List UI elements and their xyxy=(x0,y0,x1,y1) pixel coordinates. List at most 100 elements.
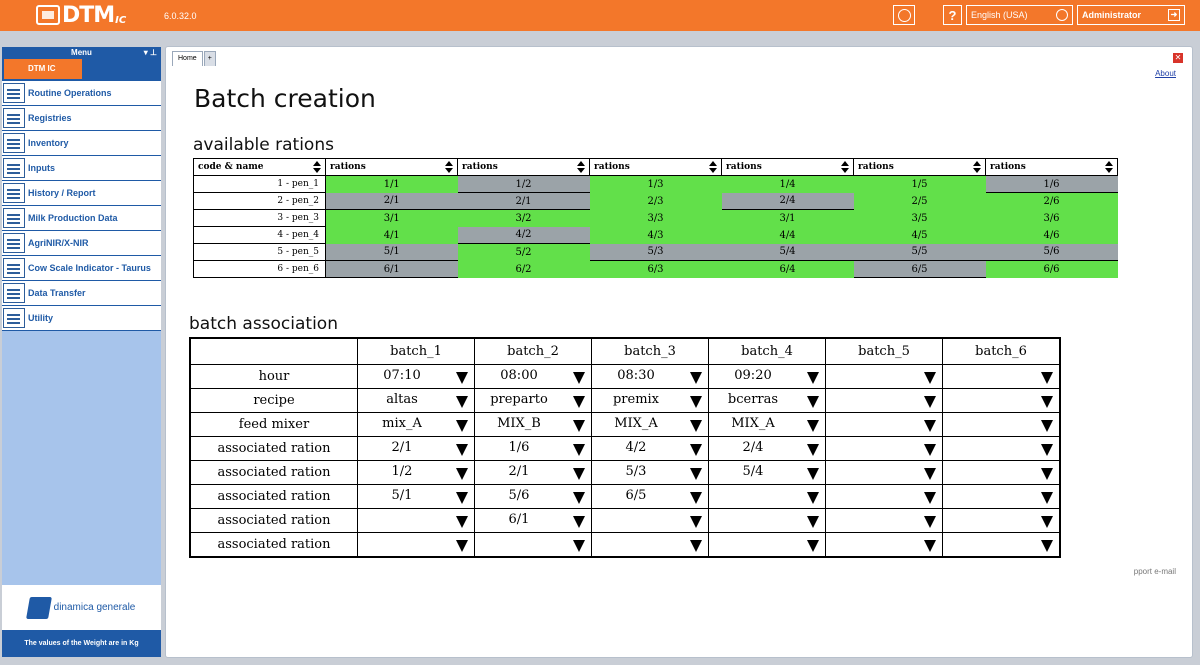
ration-cell[interactable]: 5/3 xyxy=(589,243,722,261)
batch-select[interactable]: MIX_A xyxy=(708,412,826,437)
ration-cell[interactable]: 1/5 xyxy=(853,175,986,193)
sidebar-item[interactable]: Registries xyxy=(2,106,161,131)
dropdown-arrow-icon[interactable] xyxy=(807,372,819,384)
dropdown-arrow-icon[interactable] xyxy=(807,540,819,552)
batch-select[interactable] xyxy=(942,436,1061,461)
sort-icon[interactable] xyxy=(973,161,981,173)
logout-icon[interactable]: ➜ xyxy=(1168,9,1180,21)
dropdown-arrow-icon[interactable] xyxy=(924,540,936,552)
ration-cell[interactable]: 6/5 xyxy=(853,260,986,278)
column-header-code[interactable]: code & name xyxy=(193,158,326,176)
dropdown-arrow-icon[interactable] xyxy=(456,420,468,432)
dropdown-arrow-icon[interactable] xyxy=(1041,492,1053,504)
batch-select[interactable]: MIX_B xyxy=(474,412,592,437)
dropdown-arrow-icon[interactable] xyxy=(573,372,585,384)
batch-select[interactable] xyxy=(825,484,943,509)
ration-cell[interactable]: 6/2 xyxy=(457,260,590,278)
ration-cell[interactable]: 2/1 xyxy=(325,192,458,210)
batch-select[interactable]: premix xyxy=(591,388,709,413)
column-header-rations[interactable]: rations xyxy=(589,158,722,176)
batch-select[interactable]: 2/1 xyxy=(474,460,592,485)
batch-select[interactable] xyxy=(825,532,943,558)
ration-cell[interactable]: 6/3 xyxy=(589,260,722,278)
batch-select[interactable]: 5/3 xyxy=(591,460,709,485)
dropdown-arrow-icon[interactable] xyxy=(690,468,702,480)
dropdown-arrow-icon[interactable] xyxy=(456,468,468,480)
batch-select[interactable] xyxy=(825,412,943,437)
sidebar-item[interactable]: AgriNIR/X-NIR xyxy=(2,231,161,256)
ration-cell[interactable]: 2/6 xyxy=(985,192,1118,210)
batch-select[interactable] xyxy=(825,364,943,389)
dropdown-arrow-icon[interactable] xyxy=(573,516,585,528)
ration-cell[interactable]: 1/1 xyxy=(325,175,458,193)
dropdown-arrow-icon[interactable] xyxy=(1041,516,1053,528)
ration-cell[interactable]: 5/1 xyxy=(325,243,458,261)
ration-cell[interactable]: 3/6 xyxy=(985,209,1118,227)
dropdown-arrow-icon[interactable] xyxy=(924,468,936,480)
ration-cell[interactable]: 2/5 xyxy=(853,192,986,210)
dropdown-arrow-icon[interactable] xyxy=(807,468,819,480)
ration-cell[interactable]: 5/2 xyxy=(457,243,590,261)
dropdown-arrow-icon[interactable] xyxy=(573,396,585,408)
batch-select[interactable]: 1/2 xyxy=(357,460,475,485)
batch-select[interactable] xyxy=(942,460,1061,485)
dropdown-arrow-icon[interactable] xyxy=(807,420,819,432)
ration-cell[interactable]: 3/1 xyxy=(325,209,458,227)
batch-select[interactable]: 07:10 xyxy=(357,364,475,389)
dropdown-arrow-icon[interactable] xyxy=(690,492,702,504)
batch-select[interactable]: 08:30 xyxy=(591,364,709,389)
dropdown-arrow-icon[interactable] xyxy=(1041,540,1053,552)
ration-cell[interactable]: 6/6 xyxy=(985,260,1118,278)
batch-select[interactable] xyxy=(942,364,1061,389)
dropdown-arrow-icon[interactable] xyxy=(690,444,702,456)
sort-icon[interactable] xyxy=(577,161,585,173)
dropdown-arrow-icon[interactable] xyxy=(573,444,585,456)
dropdown-arrow-icon[interactable] xyxy=(924,420,936,432)
dropdown-arrow-icon[interactable] xyxy=(690,516,702,528)
ration-cell[interactable]: 5/6 xyxy=(985,243,1118,261)
sidebar-item[interactable]: Data Transfer xyxy=(2,281,161,306)
tab-home[interactable]: Home xyxy=(172,51,203,66)
dropdown-arrow-icon[interactable] xyxy=(807,396,819,408)
dropdown-arrow-icon[interactable] xyxy=(456,492,468,504)
dropdown-arrow-icon[interactable] xyxy=(924,396,936,408)
dropdown-arrow-icon[interactable] xyxy=(807,492,819,504)
batch-select[interactable]: 08:00 xyxy=(474,364,592,389)
dropdown-arrow-icon[interactable] xyxy=(456,540,468,552)
dropdown-arrow-icon[interactable] xyxy=(924,444,936,456)
user-profile-button[interactable] xyxy=(893,5,915,25)
ration-cell[interactable]: 6/1 xyxy=(325,260,458,278)
dropdown-arrow-icon[interactable] xyxy=(690,396,702,408)
ration-cell[interactable]: 5/5 xyxy=(853,243,986,261)
batch-select[interactable] xyxy=(708,508,826,533)
ration-cell[interactable]: 4/5 xyxy=(853,226,986,244)
dropdown-arrow-icon[interactable] xyxy=(1041,372,1053,384)
language-selector[interactable]: English (USA) xyxy=(966,5,1073,25)
ration-cell[interactable]: 1/2 xyxy=(457,175,590,193)
sort-icon[interactable] xyxy=(841,161,849,173)
batch-select[interactable] xyxy=(942,412,1061,437)
batch-select[interactable] xyxy=(357,508,475,533)
ration-cell[interactable]: 2/1 xyxy=(457,192,590,210)
ration-cell[interactable]: 3/2 xyxy=(457,209,590,227)
batch-select[interactable]: 09:20 xyxy=(708,364,826,389)
dropdown-arrow-icon[interactable] xyxy=(1041,396,1053,408)
ration-cell[interactable]: 6/4 xyxy=(721,260,854,278)
dropdown-arrow-icon[interactable] xyxy=(456,396,468,408)
sort-icon[interactable] xyxy=(313,161,321,173)
dropdown-arrow-icon[interactable] xyxy=(573,468,585,480)
batch-select[interactable]: mix_A xyxy=(357,412,475,437)
batch-select[interactable]: MIX_A xyxy=(591,412,709,437)
ration-cell[interactable]: 4/4 xyxy=(721,226,854,244)
batch-select[interactable] xyxy=(825,388,943,413)
help-button[interactable]: ? xyxy=(943,5,962,25)
batch-select[interactable]: 5/1 xyxy=(357,484,475,509)
dropdown-arrow-icon[interactable] xyxy=(807,516,819,528)
add-tab-button[interactable]: + xyxy=(203,51,216,66)
batch-select[interactable] xyxy=(591,508,709,533)
dropdown-arrow-icon[interactable] xyxy=(456,372,468,384)
dropdown-arrow-icon[interactable] xyxy=(456,516,468,528)
app-logo[interactable]: DTM IC xyxy=(36,3,126,28)
batch-select[interactable]: 6/5 xyxy=(591,484,709,509)
batch-select[interactable] xyxy=(942,532,1061,558)
